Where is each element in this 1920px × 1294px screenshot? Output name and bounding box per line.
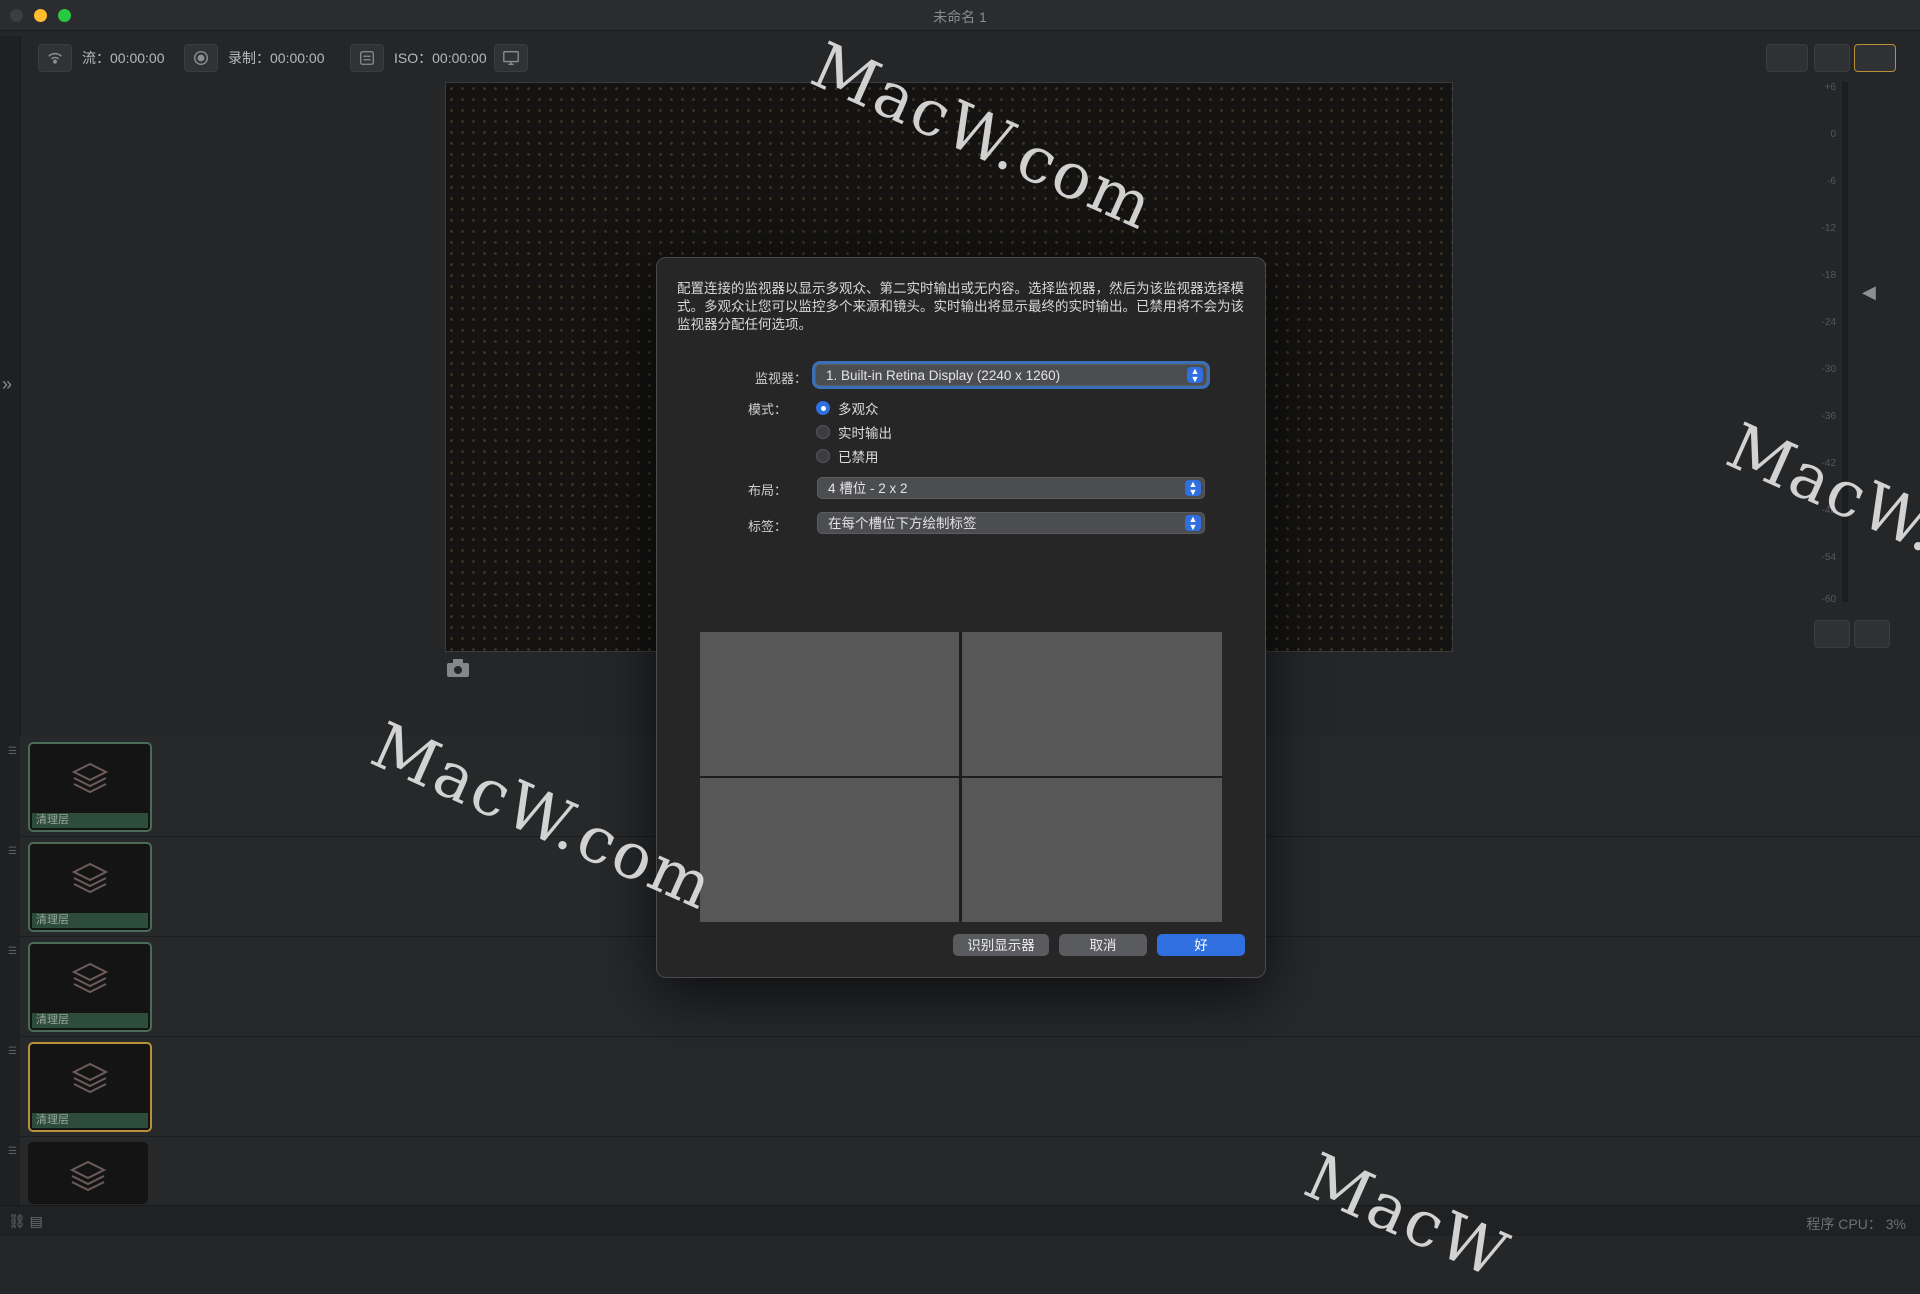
identify-displays-button[interactable]: 识别显示器 (953, 934, 1049, 956)
layout-label: 布局： (747, 483, 787, 498)
record-icon[interactable] (184, 44, 218, 72)
camera-icon[interactable] (446, 657, 470, 679)
layer-label: 清理层 (32, 913, 148, 928)
mute-button[interactable] (1814, 620, 1850, 648)
stream-time: 流：00:00:00 (82, 50, 165, 66)
layers-stack-icon (71, 862, 109, 894)
status-link-icon[interactable]: ⛓ ▤ (8, 1213, 43, 1230)
labels-label: 标签： (747, 519, 787, 534)
drag-handle-icon[interactable]: ☰ (8, 1046, 17, 1057)
monitor-select[interactable]: 1. Built-in Retina Display (2240 x 1260)… (815, 364, 1207, 386)
left-sidebar-strip: » (0, 36, 21, 1206)
display-icon[interactable] (494, 44, 528, 72)
layout-slot (700, 778, 959, 922)
radio-unselected-icon (816, 425, 830, 439)
meter-label: -30 (1821, 364, 1836, 375)
volume-arrow-icon[interactable]: ◀ (1862, 282, 1876, 303)
layers-stack-icon (71, 762, 109, 794)
drag-handle-icon[interactable]: ☰ (8, 746, 17, 757)
layout-preview (700, 632, 1222, 922)
meter-label: +6 (1824, 82, 1836, 93)
meter-label: -54 (1821, 552, 1836, 563)
ok-button[interactable]: 好 (1157, 934, 1245, 956)
record-status: 录制：00:00:00 (184, 44, 325, 72)
layer-row[interactable]: ☰ 清理层 (8, 1036, 1920, 1137)
drag-handle-icon[interactable]: ☰ (8, 946, 17, 957)
layer-row[interactable]: ☰ (8, 1136, 1920, 1206)
layout-select-value: 4 槽位 - 2 x 2 (828, 481, 908, 496)
meter-label: -60 (1821, 594, 1836, 605)
layout-select[interactable]: 4 槽位 - 2 x 2 ▲ ▼ (817, 477, 1205, 499)
labels-select[interactable]: 在每个槽位下方绘制标签 ▲ ▼ (817, 512, 1205, 534)
mode-radio-live-output[interactable]: 实时输出 (816, 422, 892, 442)
expand-chevron-icon[interactable]: » (2, 374, 12, 395)
radio-selected-icon (816, 401, 830, 415)
layer-thumbnail[interactable]: 清理层 (28, 742, 152, 832)
headphones-button[interactable] (1854, 620, 1890, 648)
mode-radio-disabled[interactable]: 已禁用 (816, 446, 879, 466)
window-title: 未命名 1 (933, 9, 987, 25)
mode-option-label: 多观众 (838, 402, 879, 417)
layout-toggle-right[interactable] (1854, 44, 1896, 72)
cpu-usage: 程序 CPU： 3% (1806, 1216, 1906, 1232)
layer-thumbnail-selected[interactable]: 清理层 (28, 1042, 152, 1132)
layers-stack-icon (71, 1062, 109, 1094)
layout-slot (700, 632, 959, 776)
layers-stack-icon (71, 962, 109, 994)
dialog-description: 配置连接的监视器以显示多观众、第二实时输出或无内容。选择监视器，然后为该监视器选… (677, 281, 1244, 332)
labels-select-value: 在每个槽位下方绘制标签 (828, 516, 977, 531)
stepper-chevron-icon: ▲ ▼ (1185, 480, 1201, 497)
layers-stack-icon (69, 1160, 107, 1192)
layout-toggle-left[interactable] (1766, 44, 1808, 72)
layout-slot (962, 632, 1222, 776)
monitor-config-dialog: 配置连接的监视器以显示多观众、第二实时输出或无内容。选择监视器，然后为该监视器选… (656, 257, 1266, 978)
iso-status: ISO：00:00:00 (350, 44, 487, 72)
mode-label: 模式： (747, 402, 787, 417)
layer-label: 清理层 (32, 813, 148, 828)
layer-thumbnail[interactable] (28, 1142, 148, 1204)
meter-label: -36 (1821, 411, 1836, 422)
monitor-label: 监视器： (754, 371, 807, 386)
drag-handle-icon[interactable]: ☰ (8, 1146, 17, 1157)
drag-handle-icon[interactable]: ☰ (8, 846, 17, 857)
stream-status: 流：00:00:00 (38, 44, 165, 72)
mode-option-label: 已禁用 (838, 450, 879, 465)
layout-slot (962, 778, 1222, 922)
stepper-chevron-icon: ▲ ▼ (1187, 367, 1203, 384)
radio-unselected-icon (816, 449, 830, 463)
layer-thumbnail[interactable]: 清理层 (28, 842, 152, 932)
iso-time: ISO：00:00:00 (394, 50, 487, 66)
cancel-button[interactable]: 取消 (1059, 934, 1147, 956)
layer-thumbnail[interactable]: 清理层 (28, 942, 152, 1032)
monitor-settings (494, 44, 538, 72)
toolbar: 流：00:00:00 录制：00:00:00 ISO：00:00:00 (24, 36, 1920, 76)
meter-label: -6 (1827, 176, 1836, 187)
record-time: 录制：00:00:00 (228, 50, 325, 66)
stepper-chevron-icon: ▲ ▼ (1185, 515, 1201, 532)
status-bar: ⛓ ▤ 程序 CPU： 3% (0, 1205, 1920, 1236)
meter-label: 0 (1830, 129, 1836, 140)
mode-radio-multiview[interactable]: 多观众 (816, 398, 879, 418)
iso-record-icon[interactable] (350, 44, 384, 72)
layout-toggle-middle[interactable] (1814, 44, 1850, 72)
meter-label: -12 (1821, 223, 1836, 234)
title-bar: 未命名 1 (0, 0, 1920, 31)
wifi-broadcast-icon[interactable] (38, 44, 72, 72)
layer-label: 清理层 (32, 1013, 148, 1028)
meter-label: -24 (1821, 317, 1836, 328)
meter-label: -18 (1821, 270, 1836, 281)
layer-label: 清理层 (32, 1113, 148, 1128)
mode-option-label: 实时输出 (838, 426, 892, 441)
monitor-select-value: 1. Built-in Retina Display (2240 x 1260) (826, 368, 1061, 383)
